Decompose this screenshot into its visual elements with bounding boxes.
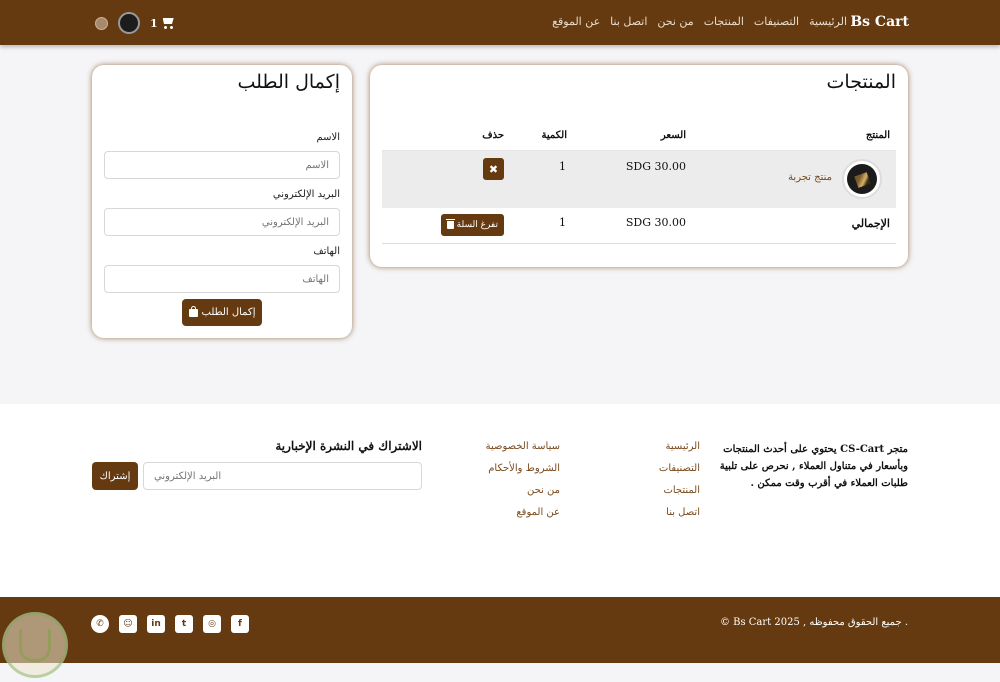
- copyright-text: © Bs Cart 2025 , جميع الحقوق محفوظه .: [719, 617, 908, 628]
- total-label: الإجمالي: [851, 217, 890, 230]
- nav-links: الرئيسية التصنيفات المنتجات من نحن اتصل …: [552, 15, 847, 28]
- footer-link-privacy[interactable]: سياسة الخصوصية: [486, 441, 560, 452]
- nav-tools: 1: [95, 12, 176, 34]
- footer-link-products[interactable]: المنتجات: [663, 485, 700, 496]
- name-field[interactable]: [104, 151, 340, 179]
- cart-link[interactable]: 1: [150, 17, 176, 30]
- trash-icon: [445, 219, 455, 229]
- email-label: البريد الإلكتروني: [272, 189, 340, 200]
- footer-link-categories[interactable]: التصنيفات: [659, 463, 700, 474]
- brand-logo[interactable]: Bs Cart: [850, 14, 909, 30]
- nav-link-categories[interactable]: التصنيفات: [754, 15, 799, 28]
- cart-table: المنتج السعر الكمية حذف منتج تجربة SDG 3…: [382, 125, 896, 244]
- complete-order-button[interactable]: إكمال الطلب: [182, 299, 262, 326]
- table-header: المنتج السعر الكمية حذف: [382, 125, 896, 151]
- nav-link-about-site[interactable]: عن الموقع: [552, 15, 600, 28]
- facebook-icon[interactable]: f: [231, 615, 249, 633]
- product-name[interactable]: منتج تجربة: [788, 172, 832, 183]
- footer-link-contact[interactable]: اتصل بنا: [666, 507, 700, 518]
- navbar: Bs Cart الرئيسية التصنيفات المنتجات من ن…: [0, 0, 1000, 45]
- header-delete: حذف: [482, 130, 504, 141]
- product-qty: 1: [559, 160, 566, 173]
- nav-link-about-us[interactable]: من نحن: [657, 15, 693, 28]
- twitter-icon[interactable]: t: [175, 615, 193, 633]
- cart-count-badge: 1: [150, 16, 158, 30]
- header-qty: الكمية: [541, 130, 567, 141]
- footer-link-about-site[interactable]: عن الموقع: [516, 507, 560, 518]
- linkedin-icon[interactable]: in: [147, 615, 165, 633]
- email-field[interactable]: [104, 208, 340, 236]
- cart-icon: [161, 17, 176, 29]
- checkout-title: إكمال الطلب: [237, 71, 340, 93]
- footer-link-home[interactable]: الرئيسية: [666, 441, 700, 452]
- empty-cart-label: تفرغ السلة: [456, 220, 498, 230]
- total-row: الإجمالي SDG 30.00 1 تفرغ السلة: [382, 208, 896, 244]
- complete-order-label: إكمال الطلب: [201, 307, 256, 318]
- instagram-icon[interactable]: ◎: [203, 615, 221, 633]
- footer-links-main: الرئيسية التصنيفات المنتجات اتصل بنا: [659, 441, 700, 518]
- social-links: ✆ ☺ in t ◎ f: [91, 615, 249, 633]
- footer-link-about-us[interactable]: من نحن: [527, 485, 560, 496]
- phone-label: الهاتف: [313, 246, 340, 257]
- whatsapp-icon[interactable]: ✆: [91, 615, 109, 633]
- product-price: SDG 30.00: [625, 160, 686, 173]
- snapchat-icon[interactable]: ☺: [119, 615, 137, 633]
- nav-link-products[interactable]: المنتجات: [704, 15, 744, 28]
- subscribe-button[interactable]: إشتراك: [92, 462, 138, 490]
- phone-field[interactable]: [104, 265, 340, 293]
- footer: متجر CS-Cart يحتوي على أحدث المنتجات وبأ…: [0, 404, 1000, 597]
- header-product: المنتج: [865, 130, 890, 141]
- delete-item-button[interactable]: ✖: [483, 158, 504, 180]
- close-icon: ✖: [488, 162, 499, 176]
- empty-cart-button[interactable]: تفرغ السلة: [440, 214, 504, 236]
- total-price: SDG 30.00: [625, 216, 686, 229]
- newsletter-email-input[interactable]: [143, 462, 422, 490]
- newsletter-title: الاشتراك في النشرة الإخبارية: [275, 439, 422, 453]
- name-label: الاسم: [316, 132, 340, 143]
- cart-products-card: المنتجات المنتج السعر الكمية حذف منتج تج…: [370, 65, 908, 267]
- table-row: منتج تجربة SDG 30.00 1 ✖: [382, 151, 896, 208]
- footer-links-info: سياسة الخصوصية الشروط والأحكام من نحن عن…: [486, 441, 560, 518]
- nav-link-contact[interactable]: اتصل بنا: [610, 15, 647, 28]
- avatar[interactable]: [118, 12, 140, 34]
- header-price: السعر: [660, 130, 686, 141]
- footer-about-text: متجر CS-Cart يحتوي على أحدث المنتجات وبأ…: [719, 444, 908, 489]
- products-title: المنتجات: [826, 71, 896, 93]
- footer-bottom-bar: © Bs Cart 2025 , جميع الحقوق محفوظه . ✆ …: [0, 597, 1000, 663]
- globe-icon[interactable]: [95, 16, 108, 30]
- product-image: [842, 159, 882, 199]
- watermark-logo: [2, 612, 68, 678]
- nav-link-home[interactable]: الرئيسية: [809, 15, 847, 28]
- total-qty: 1: [559, 216, 566, 229]
- shopping-bag-icon: [188, 305, 198, 317]
- checkout-card: إكمال الطلب الاسم البريد الإلكتروني الها…: [92, 65, 352, 338]
- footer-link-terms[interactable]: الشروط والأحكام: [488, 463, 560, 474]
